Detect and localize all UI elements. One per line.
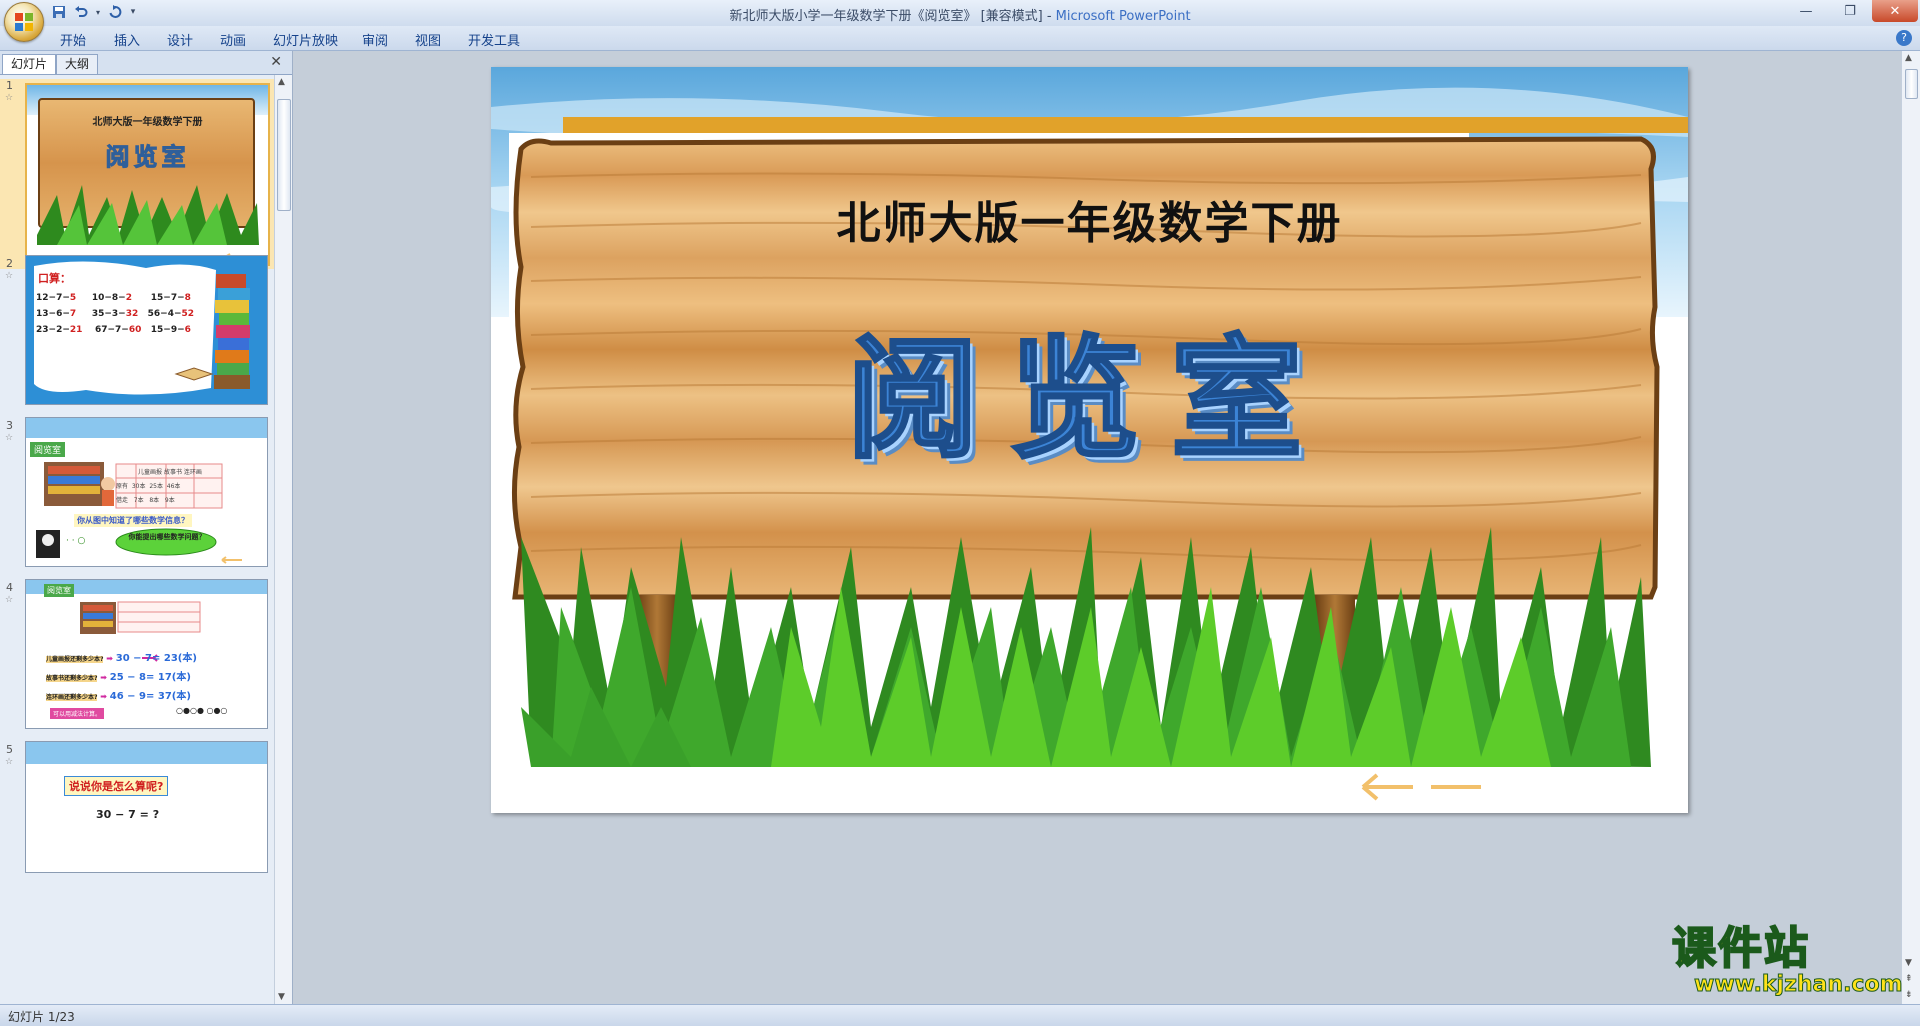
thumb4-qa: 儿童画报还剩多少本? ➡ 30 − 7= 23(本) 故事书还剩多少本? ➡ 2… [46, 653, 197, 702]
editor-scrollbar[interactable]: ▲ ▼ ⇞ ⇟ [1901, 51, 1920, 1004]
slide-thumbnail-image: 北师大版一年级数学下册 阅览室 [25, 83, 270, 266]
title-bar: ▾ ▾ 新北师大版小学一年级数学下册《阅览室》 [兼容模式] - Microso… [0, 0, 1920, 42]
watermark-logo: 课件站 www.kjzhan.com [1671, 923, 1912, 1004]
slide-thumbnail-image: 说说你是怎么算呢? 30 − 7 = ? [25, 741, 268, 873]
animation-star-icon: ☆ [5, 595, 14, 605]
panel-tabs: 幻灯片 大纲 ✕ [0, 51, 292, 75]
thumb4-dots: ○●○● ○●○ [176, 706, 228, 715]
current-slide[interactable]: 北师大版一年级数学下册 阅览室 [491, 67, 1688, 813]
slide-thumbnail-1[interactable]: 1 ☆ 北师大版一年级数学下册 阅览室 [0, 79, 275, 269]
tab-developer[interactable]: 开发工具 [468, 30, 520, 49]
thumb3-dots: · · ○ [66, 536, 86, 546]
thumb3-table: 儿童画报 故事书 连环画 原有 30本 25本 46本 借走 7本 8本 9本 [116, 469, 202, 504]
slide-thumbnail-3[interactable]: 3 ☆ 阅览室 儿童画报 故事书 连环画 原有 30本 25本 46本 借走 7… [0, 417, 275, 579]
slide-thumbnail-image: 阅览室 儿童画报 故事书 连环画 原有 30本 25本 46本 借走 7本 8本… [25, 417, 268, 567]
slide-number: 5 [6, 743, 13, 756]
help-icon[interactable]: ? [1896, 30, 1912, 46]
thumb1-word: 阅览室 [105, 143, 190, 172]
slide-counter: 幻灯片 1/23 [8, 1010, 75, 1024]
animation-star-icon: ☆ [5, 433, 14, 443]
panel-scrollbar[interactable]: ▲ ▼ [274, 75, 292, 1004]
tab-slides[interactable]: 幻灯片 [2, 54, 57, 74]
close-icon[interactable]: ✕ [1872, 0, 1918, 22]
thumb2-row: 23−2−21 67−7−60 15−9−6 [36, 325, 191, 335]
thumb3-bubble: 你能提出哪些数学问题？ [128, 533, 206, 541]
slide-editing-area: 北师大版一年级数学下册 阅览室 [293, 51, 1902, 1004]
slide-number: 4 [6, 581, 13, 594]
thumb1-title: 北师大版一年级数学下册 [92, 117, 203, 128]
scrollbar-thumb[interactable] [277, 99, 291, 211]
thumb5-expression: 30 − 7 = ? [96, 808, 160, 821]
window-title: 新北师大版小学一年级数学下册《阅览室》 [兼容模式] - Microsoft P… [0, 5, 1920, 24]
minimize-icon[interactable]: — [1784, 0, 1828, 22]
animation-star-icon: ☆ [5, 93, 14, 103]
tab-insert[interactable]: 插入 [114, 30, 140, 49]
status-bar: 幻灯片 1/23 [0, 1004, 1920, 1026]
thumb2-row: 13−6−7 35−3−32 56−4−52 [36, 309, 195, 319]
tab-home[interactable]: 开始 [60, 30, 86, 49]
ribbon-tabs: 开始 插入 设计 动画 幻灯片放映 审阅 视图 开发工具 ? [0, 26, 1920, 51]
animation-star-icon: ☆ [5, 757, 14, 767]
watermark-url: www.kjzhan.com [1694, 972, 1904, 997]
scroll-up-icon[interactable]: ▲ [278, 77, 285, 87]
tab-view[interactable]: 视图 [415, 30, 441, 49]
tab-animations[interactable]: 动画 [220, 30, 246, 49]
animation-star-icon: ☆ [5, 271, 14, 281]
slides-panel: 幻灯片 大纲 ✕ 1 ☆ 北师大版一年级数学下册 阅览室 2 ☆ 口算： 12−… [0, 51, 293, 1004]
tab-outline[interactable]: 大纲 [56, 54, 99, 74]
slide-thumbnail-4[interactable]: 4 ☆ 阅览室 儿童画报还剩多少本? ➡ 30 − 7= 23(本) 故事书还剩… [0, 579, 275, 741]
window-controls: — ❐ ✕ [1784, 0, 1918, 22]
scroll-up-icon[interactable]: ▲ [1905, 53, 1912, 63]
slide-number: 3 [6, 419, 13, 432]
scroll-down-icon[interactable]: ▼ [278, 992, 285, 1002]
thumb4-note: 可以用减法计算。 [50, 708, 105, 719]
document-title: 新北师大版小学一年级数学下册《阅览室》 [兼容模式] - [729, 9, 1056, 24]
scrollbar-thumb[interactable] [1905, 69, 1918, 99]
thumb5-art [26, 742, 267, 764]
slide-title[interactable]: 北师大版一年级数学下册 [491, 187, 1688, 251]
thumb2-row: 12−7−5 10−8−2 15−7−8 [36, 293, 191, 303]
tab-slideshow[interactable]: 幻灯片放映 [273, 30, 338, 49]
slide-number: 1 [6, 79, 13, 92]
slide-thumbnail-image: 阅览室 儿童画报还剩多少本? ➡ 30 − 7= 23(本) 故事书还剩多少本?… [25, 579, 268, 729]
office-button[interactable] [4, 2, 44, 42]
thumb2-heading: 口算： [38, 272, 71, 285]
thumb4-label: 阅览室 [44, 584, 74, 597]
tab-design[interactable]: 设计 [167, 30, 193, 49]
slide-word[interactable]: 阅览室 [491, 293, 1688, 484]
thumb2-problems: 12−7−5 10−8−2 15−7−8 13−6−7 35−3−32 56−4… [36, 290, 194, 338]
thumb3-question: 你从图中知道了哪些数学信息？ [74, 514, 192, 527]
slide-thumbnail-2[interactable]: 2 ☆ 口算： 12−7−5 10−8−2 15−7−8 13−6−7 35−3… [0, 255, 275, 417]
thumb1-art [27, 85, 268, 261]
maximize-icon[interactable]: ❐ [1828, 0, 1872, 22]
office-logo-icon [15, 13, 33, 31]
slide-thumbnail-image: 口算： 12−7−5 10−8−2 15−7−8 13−6−7 35−3−32 … [25, 255, 268, 405]
slide-number: 2 [6, 257, 13, 270]
app-name: Microsoft PowerPoint [1055, 9, 1191, 24]
watermark-text: 课件站 [1671, 923, 1810, 975]
thumb3-label: 阅览室 [30, 442, 66, 457]
panel-close-icon[interactable]: ✕ [270, 54, 282, 70]
thumbnail-list: 1 ☆ 北师大版一年级数学下册 阅览室 2 ☆ 口算： 12−7−5 10−8−… [0, 75, 275, 1004]
slide-thumbnail-5[interactable]: 5 ☆ 说说你是怎么算呢? 30 − 7 = ? [0, 741, 275, 873]
thumb5-heading: 说说你是怎么算呢? [64, 776, 169, 796]
tab-review[interactable]: 审阅 [362, 30, 388, 49]
